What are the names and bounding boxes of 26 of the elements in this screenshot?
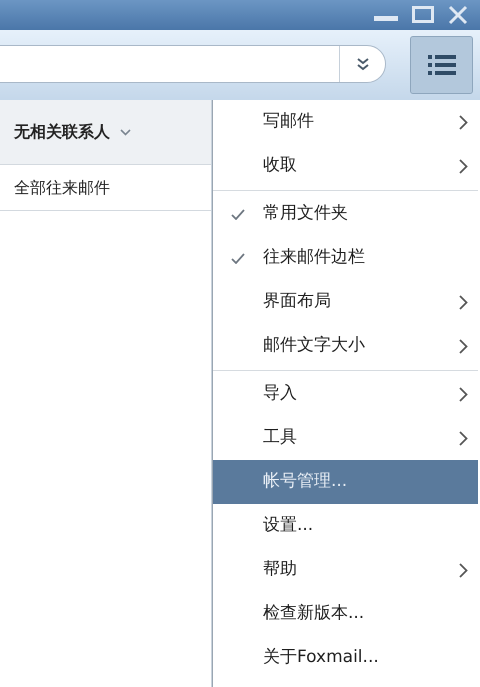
contact-header[interactable]: 无相关联系人 [0,100,211,165]
menu-item[interactable]: 帐号管理... [213,460,478,504]
maximize-icon[interactable] [412,6,434,24]
checkmark-icon [231,252,245,264]
menu-item[interactable]: 邮件文字大小 [213,324,478,368]
menu-item[interactable]: 收取 [213,144,478,188]
menu-item[interactable]: 导入 [213,372,478,416]
checkmark-icon [231,208,245,220]
menu-item[interactable]: 工具 [213,416,478,460]
menu-item[interactable]: 帮助 [213,548,478,592]
menu-item[interactable]: 界面布局 [213,280,478,324]
menu-item[interactable]: 设置... [213,504,478,548]
menu-item[interactable]: 检查新版本... [213,592,478,636]
search-field[interactable] [0,45,386,83]
menu-item[interactable]: 写邮件 [213,100,478,144]
menu-item[interactable]: 常用文件夹 [213,192,478,236]
minimize-icon[interactable] [374,14,398,22]
menu-button[interactable] [410,36,473,94]
mail-list-item[interactable]: 全部往来邮件 [0,165,211,211]
menu-item[interactable]: 关于Foxmail... [213,636,478,680]
menu-item[interactable]: 往来邮件边栏 [213,236,478,280]
close-icon[interactable] [448,5,468,25]
contact-filter-label: 无相关联系人 [14,121,110,143]
chevron-down-icon [120,128,131,136]
double-chevron-icon [356,57,370,71]
menu-icon [428,54,456,76]
